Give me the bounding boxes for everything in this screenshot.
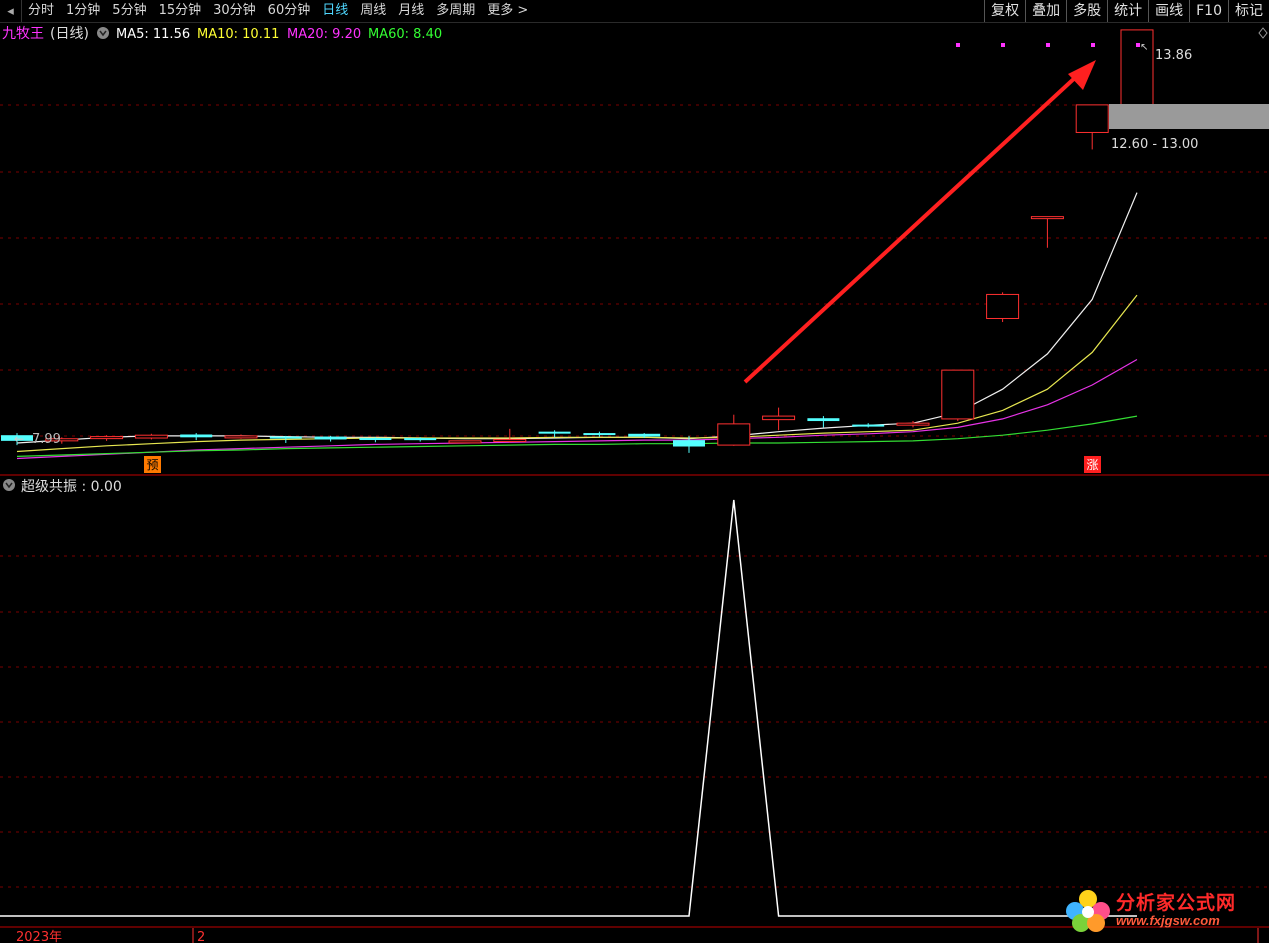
candle-body: [896, 422, 930, 426]
candle-8: [359, 437, 392, 443]
candle-body: [673, 440, 705, 447]
candle-22: [986, 292, 1020, 323]
candle-21: [941, 369, 975, 422]
candle-body: [448, 440, 482, 444]
watermark-url: www.fxjgsw.com: [1116, 913, 1220, 928]
candle-19: [852, 423, 885, 428]
candle-body: [583, 433, 616, 436]
candle-body: [359, 438, 392, 441]
candle-body: [493, 438, 527, 442]
candle-body: [762, 415, 796, 421]
signal-dot-4: [1136, 43, 1140, 47]
ma-legend-item-0: MA5: 11.56: [116, 27, 190, 42]
high-label: 13.86: [1155, 48, 1192, 63]
year-label: 2023年: [16, 930, 62, 943]
sub-collapse-icon[interactable]: [3, 479, 15, 491]
stock-name: 九牧王: [2, 26, 44, 42]
watermark-name: 分析家公式网: [1116, 892, 1237, 914]
candle-body: [986, 293, 1020, 319]
candle-body: [224, 435, 258, 439]
candle-7: [314, 435, 347, 442]
candle-body: [628, 433, 661, 437]
candle-body: [90, 436, 124, 440]
stock-chart: 九牧王 (日线) MA5: 11.56 MA10: 10.11 MA20: 9.20…: [0, 26, 1269, 943]
flower-logo-icon: [1066, 890, 1110, 932]
candle-body: [314, 436, 347, 440]
candle-24: [1075, 104, 1109, 150]
signal-dot-0: [956, 43, 960, 47]
candle-17: [762, 407, 796, 431]
svg-text:涨: 涨: [1086, 457, 1098, 472]
candle-body: [538, 431, 571, 434]
candle-body: [807, 418, 840, 422]
diamond-icon[interactable]: [1258, 27, 1268, 39]
candle-12: [538, 430, 571, 438]
high-pointer-icon: ↖: [1140, 42, 1148, 53]
collapse-icon[interactable]: [97, 27, 109, 39]
candle-body: [1030, 216, 1064, 220]
signal-dots: [956, 43, 1140, 47]
svg-text:预: 预: [146, 458, 158, 472]
candle-2: [90, 435, 124, 441]
candle-5: [224, 434, 258, 439]
ma-legend-item-3: MA60: 8.40: [368, 27, 442, 42]
candle-body: [180, 434, 213, 438]
marker-pre: 预: [144, 456, 161, 473]
watermark: 分析家公式网 www.fxjgsw.com: [1062, 886, 1236, 934]
candle-20: [896, 421, 930, 428]
resonance-series: [0, 499, 1137, 917]
signal-dot-2: [1046, 43, 1050, 47]
candle-body: [134, 434, 168, 439]
low-label: 7.99: [32, 432, 61, 447]
signal-dot-1: [1001, 43, 1005, 47]
ma-legend-item-1: MA10: 10.11: [197, 27, 279, 42]
candle-10: [448, 440, 482, 444]
watermark-text: 分析家公式网 www.fxjgsw.com: [1116, 892, 1236, 928]
range-label: 12.60 - 13.00: [1111, 137, 1198, 152]
month-label: 2: [197, 930, 205, 943]
candle-16: [717, 414, 751, 446]
candle-4: [180, 433, 213, 441]
period-label: (日线): [50, 26, 89, 42]
price-range-band: [1109, 104, 1269, 129]
low-pointer-icon: ←: [14, 432, 24, 446]
resonance-line: [0, 499, 1137, 917]
candles: [1, 29, 1154, 453]
candle-body: [717, 423, 751, 446]
candle-18: [807, 416, 840, 428]
sub-indicator-label: 超级共振 : 0.00: [21, 479, 122, 495]
candle-body: [852, 424, 885, 427]
candle-3: [134, 433, 168, 440]
candle-body: [269, 436, 302, 439]
candle-23: [1030, 216, 1064, 248]
candle-body: [404, 438, 437, 441]
candle-body: [941, 369, 975, 420]
trend-arrow: [743, 60, 1096, 384]
candle-body: [1075, 104, 1109, 133]
marker-zhang: 涨: [1084, 456, 1101, 473]
signal-dot-3: [1091, 43, 1095, 47]
ma-legend-item-2: MA20: 9.20: [287, 27, 361, 42]
ma-legend: MA5: 11.56 MA10: 10.11 MA20: 9.20 MA60: 8.4…: [116, 27, 442, 42]
grid-lines: [0, 104, 1269, 888]
